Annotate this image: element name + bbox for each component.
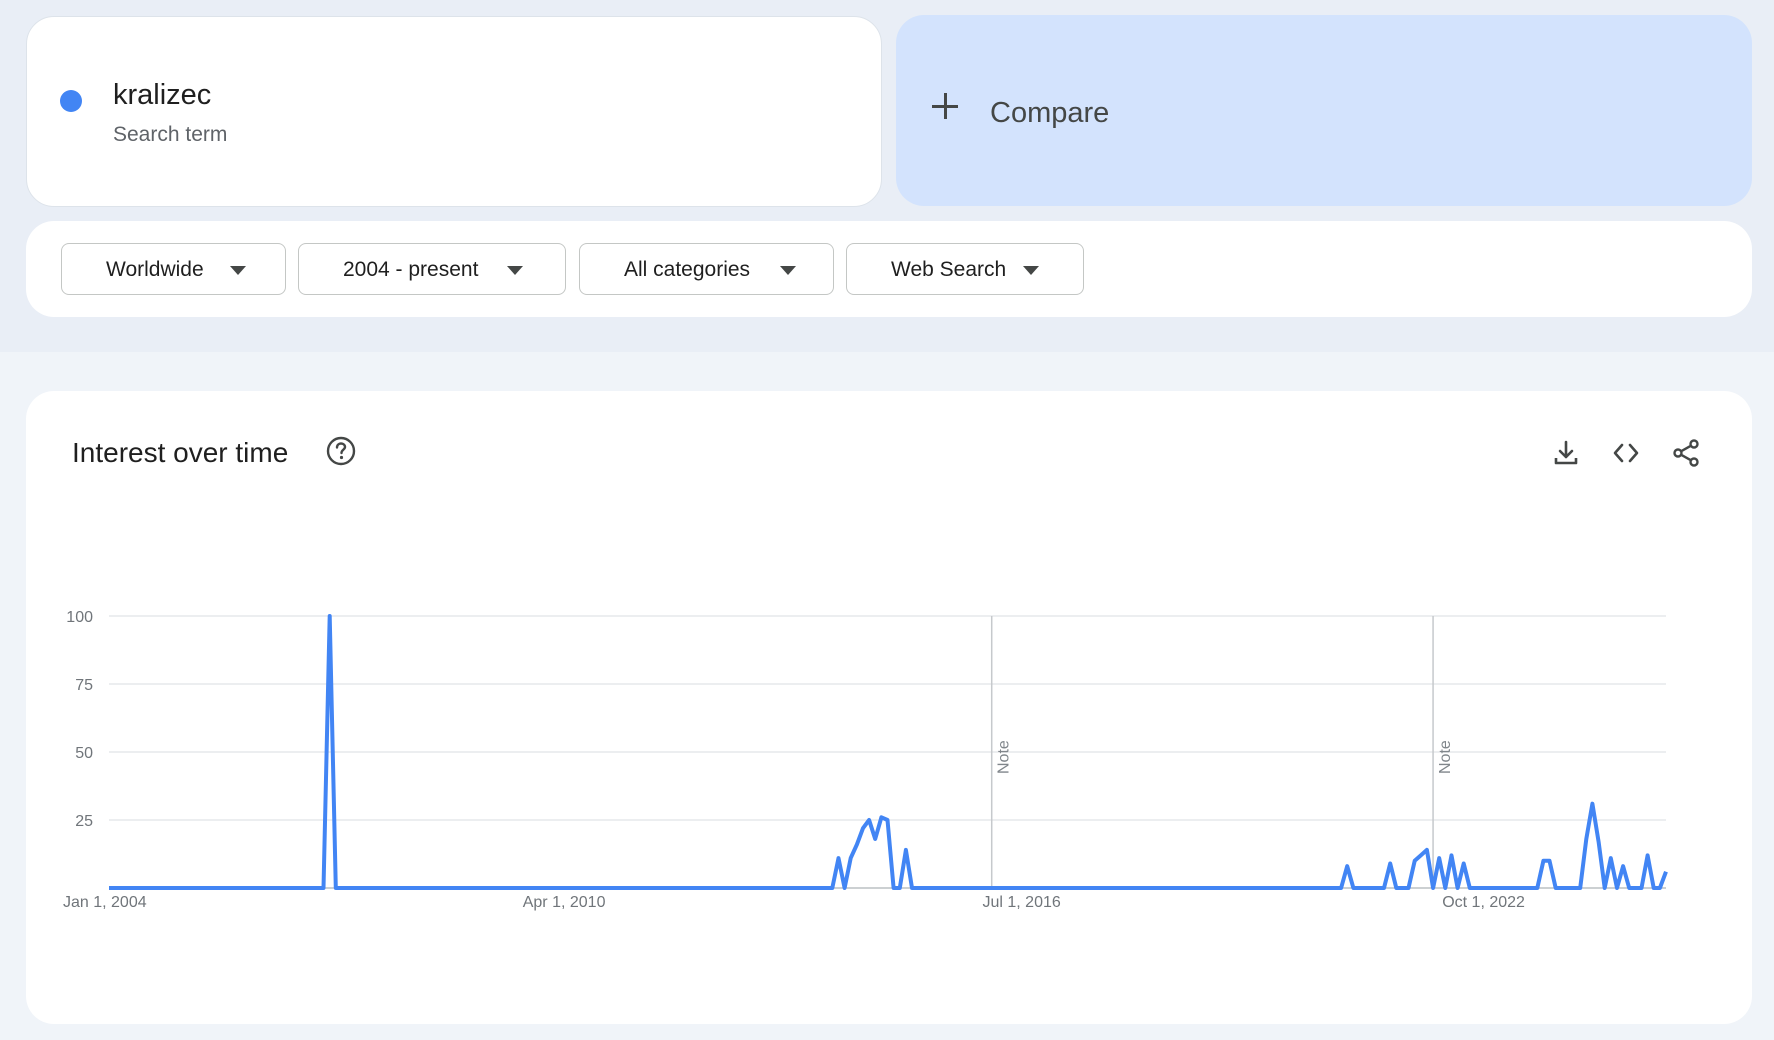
compare-label: Compare	[990, 97, 1110, 129]
note-marker-label: Note	[1437, 740, 1454, 774]
category-dropdown[interactable]: All categories	[579, 243, 834, 295]
caret-down-icon	[507, 266, 523, 275]
time-range-dropdown[interactable]: 2004 - present	[298, 243, 566, 295]
y-tick-label: 25	[75, 813, 93, 830]
series-color-dot	[60, 90, 82, 112]
time-range-label: 2004 - present	[343, 258, 479, 281]
y-tick-label: 100	[66, 609, 93, 626]
caret-down-icon	[230, 266, 246, 275]
y-tick-label: 50	[75, 745, 93, 762]
x-tick-label: Jul 1, 2016	[982, 894, 1060, 911]
filter-bar: Worldwide 2004 - present All categories …	[26, 221, 1752, 317]
search-term-type: Search term	[113, 123, 228, 146]
x-tick-label: Jan 1, 2004	[63, 894, 147, 911]
search-term-card[interactable]: kralizec Search term	[26, 16, 882, 207]
caret-down-icon	[780, 266, 796, 275]
compare-button[interactable]: Compare	[896, 15, 1752, 206]
region-label: Worldwide	[106, 258, 204, 281]
category-label: All categories	[624, 258, 751, 281]
search-term-name: kralizec	[113, 79, 212, 111]
region-dropdown[interactable]: Worldwide	[61, 243, 286, 295]
caret-down-icon	[1023, 266, 1039, 275]
interest-over-time-card: Interest over time 100 75 50 25 Note Note Jan …	[26, 391, 1752, 1024]
plus-icon	[932, 93, 958, 119]
y-tick-label: 75	[75, 677, 93, 694]
search-type-dropdown[interactable]: Web Search	[846, 243, 1084, 295]
x-tick-label: Apr 1, 2010	[523, 894, 606, 911]
note-marker-label: Note	[996, 740, 1013, 774]
x-tick-label: Oct 1, 2022	[1442, 894, 1525, 911]
search-type-label: Web Search	[891, 258, 1007, 281]
interest-chart: 100 75 50 25 Note Note Jan 1, 2004 Apr 1, 2010 J…	[63, 609, 1668, 911]
